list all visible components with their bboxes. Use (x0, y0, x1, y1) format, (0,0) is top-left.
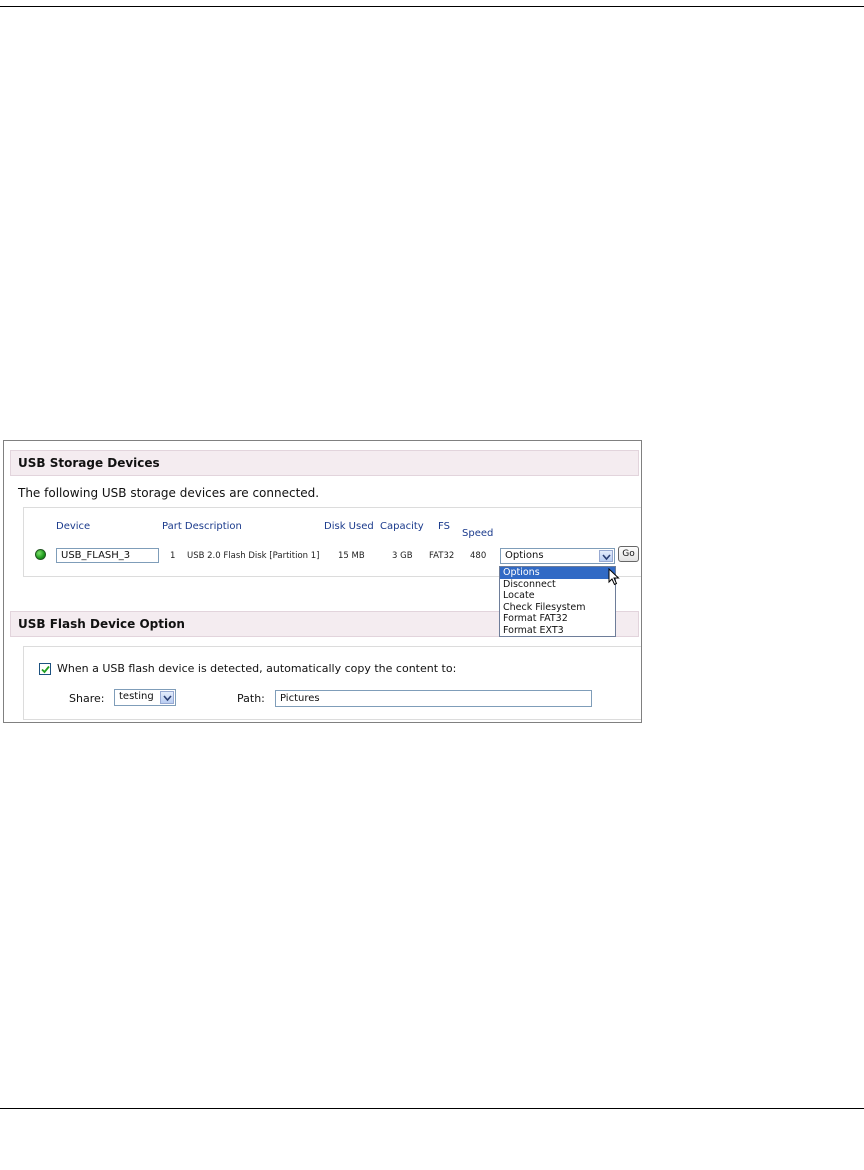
dropdown-option[interactable]: Check Filesystem (500, 602, 615, 614)
go-button[interactable]: Go (618, 546, 639, 562)
usb-storage-header: USB Storage Devices (10, 450, 639, 476)
share-label: Share: (69, 692, 105, 705)
page-top-rule (0, 6, 864, 7)
device-name-input[interactable] (56, 548, 159, 563)
usb-flash-option-title: USB Flash Device Option (18, 617, 185, 631)
usb-storage-intro: The following USB storage devices are co… (18, 486, 320, 500)
col-header-device: Device (56, 521, 91, 532)
path-label: Path: (237, 692, 265, 705)
row-part-number: 1 (170, 551, 176, 561)
chevron-down-icon[interactable] (160, 691, 174, 704)
mouse-pointer-icon (608, 568, 620, 586)
device-action-dropdown[interactable]: Options Disconnect Locate Check Filesyst… (499, 566, 616, 637)
flash-option-panel: When a USB flash device is detected, aut… (23, 646, 641, 720)
usb-storage-title: USB Storage Devices (18, 456, 160, 470)
row-speed: 480 (470, 551, 487, 561)
row-disk-used: 15 MB (338, 551, 365, 561)
auto-copy-checkbox[interactable] (39, 663, 51, 675)
path-input[interactable] (275, 690, 592, 707)
chevron-down-icon[interactable] (599, 550, 613, 562)
share-select-value: testing (119, 691, 154, 702)
row-capacity: 3 GB (392, 551, 413, 561)
row-description: USB 2.0 Flash Disk [Partition 1] (187, 551, 320, 561)
col-header-part-description: Part Description (162, 521, 242, 532)
auto-copy-label: When a USB flash device is detected, aut… (57, 662, 457, 675)
row-fs: FAT32 (429, 551, 455, 561)
col-header-disk-used: Disk Used (324, 521, 374, 532)
dropdown-option[interactable]: Format EXT3 (500, 625, 615, 637)
page-bottom-rule (0, 1108, 864, 1109)
device-action-select[interactable]: Options (500, 548, 615, 564)
dropdown-option[interactable]: Locate (500, 590, 615, 602)
dropdown-option[interactable]: Disconnect (500, 579, 615, 591)
col-header-capacity: Capacity (380, 521, 424, 532)
dropdown-option[interactable]: Format FAT32 (500, 613, 615, 625)
dropdown-option[interactable]: Options (500, 567, 615, 579)
col-header-speed: Speed (462, 528, 494, 539)
share-select[interactable]: testing (114, 689, 176, 706)
col-header-fs: FS (438, 521, 450, 532)
checkmark-icon (41, 665, 50, 674)
device-status-indicator (35, 549, 46, 560)
device-action-select-value: Options (505, 550, 544, 561)
usb-settings-screenshot: USB Storage Devices The following USB st… (3, 440, 642, 723)
